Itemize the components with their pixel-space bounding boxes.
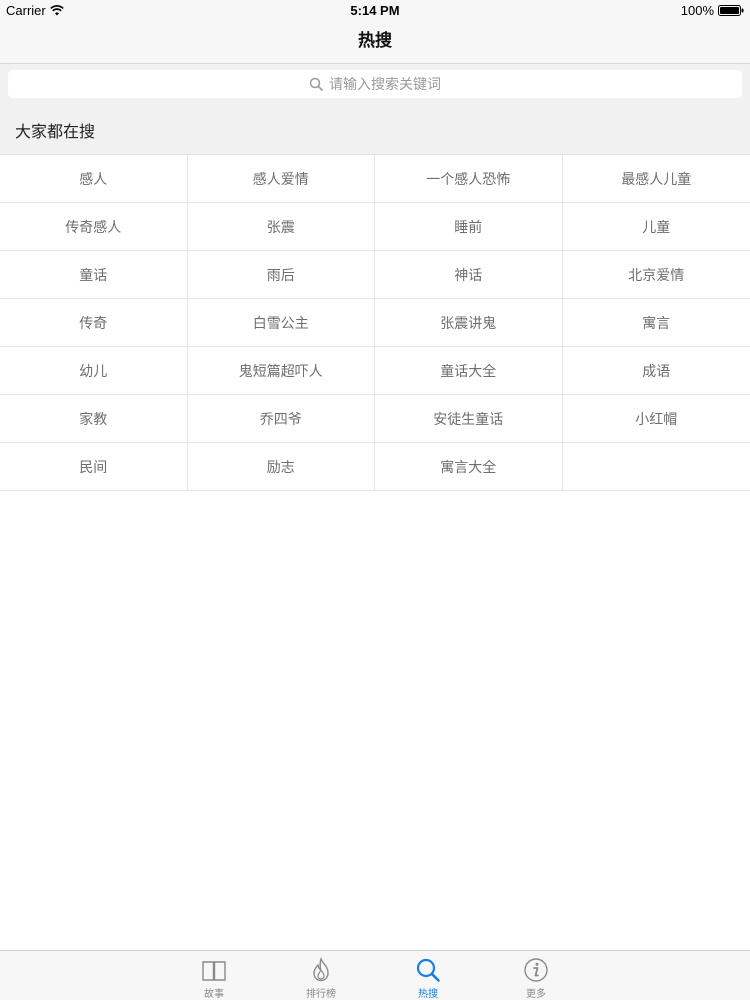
section-header: 大家都在搜 bbox=[0, 104, 750, 155]
search-icon bbox=[309, 77, 323, 91]
hot-term[interactable]: 成语 bbox=[562, 347, 750, 395]
hot-term[interactable]: 童话大全 bbox=[375, 347, 563, 395]
book-icon bbox=[202, 961, 226, 981]
tab-more[interactable]: 更多 bbox=[506, 951, 566, 1000]
hot-term[interactable]: 传奇 bbox=[0, 299, 188, 347]
flame-icon bbox=[313, 956, 329, 982]
hot-term[interactable]: 鬼短篇超吓人 bbox=[187, 347, 375, 395]
search-input[interactable]: 请输入搜索关键词 bbox=[8, 70, 742, 98]
info-icon bbox=[524, 958, 548, 982]
tab-bar: 故事 排行榜 热搜 更多 bbox=[0, 950, 750, 1000]
hot-search-grid: 感人 感人爱情 一个感人恐怖 最感人儿童 传奇感人 张震 睡前 儿童 童话 雨后… bbox=[0, 155, 750, 491]
hot-term[interactable]: 民间 bbox=[0, 443, 188, 491]
status-bar: Carrier 5:14 PM 100% bbox=[0, 0, 750, 20]
tab-label: 故事 bbox=[204, 989, 224, 1000]
tab-stories[interactable]: 故事 bbox=[184, 951, 244, 1000]
hot-term[interactable]: 感人爱情 bbox=[187, 155, 375, 203]
hot-term[interactable]: 乔四爷 bbox=[187, 395, 375, 443]
tab-hot-search[interactable]: 热搜 bbox=[398, 951, 458, 1000]
section-title: 大家都在搜 bbox=[15, 122, 96, 141]
battery-icon bbox=[718, 5, 744, 16]
hot-term[interactable]: 安徒生童话 bbox=[375, 395, 563, 443]
tab-label: 排行榜 bbox=[306, 989, 336, 1000]
status-time: 5:14 PM bbox=[350, 3, 400, 18]
hot-term[interactable]: 一个感人恐怖 bbox=[375, 155, 563, 203]
search-placeholder: 请输入搜索关键词 bbox=[329, 77, 441, 93]
hot-term[interactable]: 张震讲鬼 bbox=[375, 299, 563, 347]
hot-term[interactable]: 神话 bbox=[375, 251, 563, 299]
hot-term[interactable]: 张震 bbox=[187, 203, 375, 251]
hot-term[interactable]: 寓言 bbox=[562, 299, 750, 347]
empty-cell bbox=[562, 443, 750, 491]
tab-ranking[interactable]: 排行榜 bbox=[291, 951, 351, 1000]
hot-term[interactable]: 寓言大全 bbox=[375, 443, 563, 491]
hot-term[interactable]: 童话 bbox=[0, 251, 188, 299]
hot-term[interactable]: 睡前 bbox=[375, 203, 563, 251]
search-icon bbox=[416, 958, 440, 982]
hot-term[interactable]: 最感人儿童 bbox=[562, 155, 750, 203]
tab-label: 更多 bbox=[526, 989, 546, 1000]
tab-label: 热搜 bbox=[418, 989, 438, 1000]
battery-percent: 100% bbox=[680, 3, 714, 18]
hot-term[interactable]: 雨后 bbox=[187, 251, 375, 299]
hot-term[interactable]: 小红帽 bbox=[562, 395, 750, 443]
hot-term[interactable]: 儿童 bbox=[562, 203, 750, 251]
hot-term[interactable]: 传奇感人 bbox=[0, 203, 188, 251]
hot-term[interactable]: 励志 bbox=[187, 443, 375, 491]
hot-term[interactable]: 白雪公主 bbox=[187, 299, 375, 347]
search-area: 请输入搜索关键词 bbox=[0, 64, 750, 104]
status-right: 100% bbox=[681, 3, 744, 18]
hot-term[interactable]: 感人 bbox=[0, 155, 188, 203]
navigation-bar: 热搜 bbox=[0, 20, 750, 64]
hot-term[interactable]: 北京爱情 bbox=[562, 251, 750, 299]
hot-term[interactable]: 幼儿 bbox=[0, 347, 188, 395]
hot-term[interactable]: 家教 bbox=[0, 395, 188, 443]
page-title: 热搜 bbox=[358, 31, 392, 51]
